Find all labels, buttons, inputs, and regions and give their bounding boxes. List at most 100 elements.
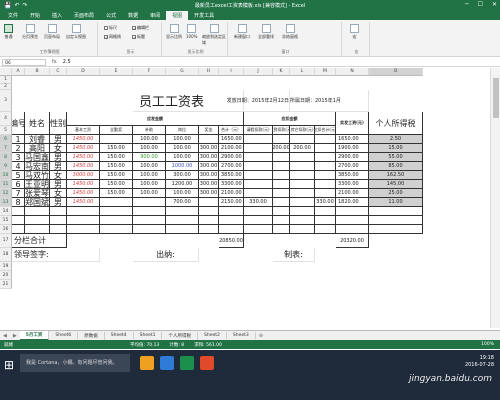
cell-full[interactable]: 150.00 bbox=[100, 144, 133, 153]
worksheet-grid[interactable]: A B C D E F G H I J K L M N O 1 2 3 4 5 6 7 8 9 10 11 12 13 14 15 16 17… bbox=[0, 68, 490, 328]
taskbar-app-icon[interactable] bbox=[180, 356, 194, 370]
cell-full[interactable]: 150.00 bbox=[100, 171, 133, 180]
header-subsidy[interactable]: 补助 bbox=[133, 126, 166, 135]
empty-cell[interactable] bbox=[369, 207, 423, 216]
empty-cell[interactable] bbox=[369, 216, 423, 225]
cell-post[interactable]: 1000.00 bbox=[166, 162, 199, 171]
empty-cell[interactable] bbox=[336, 207, 369, 216]
cell-no[interactable]: 8 bbox=[12, 198, 25, 207]
empty-cell[interactable] bbox=[67, 207, 100, 216]
cell-deduct[interactable]: 330.00 bbox=[315, 198, 336, 207]
row-header-12[interactable]: 12 bbox=[0, 189, 12, 198]
cell-actual[interactable]: 2700.00 bbox=[336, 162, 369, 171]
cell-leave[interactable] bbox=[244, 135, 273, 144]
cell-no[interactable]: 5 bbox=[12, 171, 25, 180]
cell-name[interactable]: 马双竹 bbox=[25, 171, 50, 180]
cell-other[interactable] bbox=[290, 189, 315, 198]
cell-deduct[interactable] bbox=[315, 162, 336, 171]
cell-deduct[interactable] bbox=[315, 180, 336, 189]
empty-cell[interactable] bbox=[166, 216, 199, 225]
freeze-panes-button[interactable]: 冻结窗格 bbox=[282, 24, 298, 40]
header-late-deduct[interactable]: 迟到扣款(元) bbox=[273, 126, 290, 135]
empty-cell[interactable] bbox=[12, 225, 25, 234]
taskbar-app-icon[interactable] bbox=[160, 356, 174, 370]
next-sheet-icon[interactable]: ▶ bbox=[10, 333, 20, 339]
empty-cell[interactable] bbox=[133, 207, 166, 216]
empty-cell[interactable] bbox=[25, 207, 50, 216]
empty-cell[interactable] bbox=[67, 216, 100, 225]
minimize-button[interactable]: ─ bbox=[465, 1, 469, 8]
cell-leave[interactable]: 330.00 bbox=[244, 198, 273, 207]
row-header-21[interactable]: 21 bbox=[0, 280, 12, 289]
zoom-100-button[interactable]: 100% bbox=[186, 24, 197, 39]
cell-late[interactable] bbox=[273, 171, 290, 180]
row-header-1[interactable]: 1 bbox=[0, 76, 12, 84]
empty-cell[interactable] bbox=[199, 225, 219, 234]
cell-bonus[interactable]: 300.00 bbox=[199, 180, 219, 189]
cell-gender[interactable]: 男 bbox=[50, 180, 67, 189]
cell-no[interactable]: 4 bbox=[12, 162, 25, 171]
empty-cell[interactable] bbox=[273, 225, 290, 234]
column-header-g[interactable]: G bbox=[166, 68, 199, 76]
header-bonus[interactable]: 奖金 bbox=[199, 126, 219, 135]
header-full-attendance[interactable]: 全勤奖 bbox=[100, 126, 133, 135]
empty-cell[interactable] bbox=[219, 216, 244, 225]
column-header-d[interactable]: D bbox=[67, 68, 100, 76]
cell-subsidy[interactable]: 100.00 bbox=[133, 180, 166, 189]
column-header-o[interactable]: O bbox=[369, 68, 423, 76]
header-number[interactable]: 编号 bbox=[12, 112, 25, 135]
row-header-5[interactable]: 5 bbox=[0, 126, 12, 135]
sheet-tab[interactable]: Sheet2 bbox=[198, 332, 227, 339]
empty-cell[interactable] bbox=[290, 216, 315, 225]
cell-leave[interactable] bbox=[244, 162, 273, 171]
new-window-button[interactable]: 新建窗口 bbox=[234, 24, 250, 40]
cell-base[interactable]: 1450.00 bbox=[67, 162, 100, 171]
cell-gender[interactable]: 男 bbox=[50, 198, 67, 207]
subtotal-label[interactable]: 分栏合计 bbox=[12, 234, 67, 248]
cell-subsidy[interactable]: 100.00 bbox=[133, 189, 166, 198]
issue-date[interactable]: 发放日期：2015年2月12日 bbox=[219, 90, 290, 112]
row-header-11[interactable]: 11 bbox=[0, 180, 12, 189]
cell-base[interactable]: 1450.00 bbox=[67, 189, 100, 198]
empty-cell[interactable] bbox=[369, 225, 423, 234]
cell-deduct[interactable] bbox=[315, 144, 336, 153]
subtotal-actual[interactable]: 20320.00 bbox=[336, 234, 369, 248]
cell-total[interactable]: 2700.00 bbox=[219, 162, 244, 171]
row-header-16[interactable]: 16 bbox=[0, 225, 12, 234]
cell-total[interactable]: 2150.00 bbox=[219, 198, 244, 207]
sheet-tab[interactable]: Sheet6 bbox=[49, 332, 79, 339]
empty-cell[interactable] bbox=[336, 216, 369, 225]
cell-name[interactable]: 张爱琴 bbox=[25, 189, 50, 198]
empty-cell[interactable] bbox=[133, 216, 166, 225]
empty-cell[interactable] bbox=[50, 207, 67, 216]
cell-name[interactable]: 王亚明 bbox=[25, 180, 50, 189]
cell-tax[interactable]: 25.00 bbox=[369, 189, 423, 198]
cell-late[interactable] bbox=[273, 198, 290, 207]
cell-total[interactable]: 2900.00 bbox=[219, 153, 244, 162]
empty-cell[interactable] bbox=[199, 207, 219, 216]
cell-no[interactable]: 1 bbox=[12, 135, 25, 144]
sheet-tab[interactable]: 原数据 bbox=[78, 331, 105, 340]
sheet-tab[interactable]: Sheet3 bbox=[227, 332, 256, 339]
cell-other[interactable] bbox=[290, 180, 315, 189]
name-box[interactable]: O6 bbox=[2, 58, 46, 66]
cell-no[interactable]: 7 bbox=[12, 189, 25, 198]
row-header-17[interactable]: 17 bbox=[0, 234, 12, 248]
cell-name[interactable]: 马国鑫 bbox=[25, 153, 50, 162]
header-should-deduct[interactable]: 应扣金额 bbox=[244, 112, 336, 126]
empty-cell[interactable] bbox=[244, 225, 273, 234]
cell-name[interactable]: 刘睿 bbox=[25, 135, 50, 144]
sign-leader[interactable]: 领导签字: bbox=[12, 248, 100, 262]
column-header-m[interactable]: M bbox=[315, 68, 336, 76]
empty-cell[interactable] bbox=[219, 207, 244, 216]
sign-cashier[interactable]: 出纳: bbox=[133, 248, 199, 262]
cell-full[interactable]: 150.00 bbox=[100, 189, 133, 198]
cell-other[interactable] bbox=[290, 171, 315, 180]
maximize-button[interactable]: ☐ bbox=[478, 1, 483, 8]
function-icon[interactable]: fx bbox=[52, 59, 57, 65]
cell-actual[interactable]: 3850.00 bbox=[336, 171, 369, 180]
cell-full[interactable] bbox=[100, 135, 133, 144]
row-header-19[interactable]: 19 bbox=[0, 262, 12, 271]
ruler-checkbox[interactable]: 标尺 bbox=[104, 25, 117, 31]
cell-total[interactable]: 1650.00 bbox=[219, 135, 244, 144]
